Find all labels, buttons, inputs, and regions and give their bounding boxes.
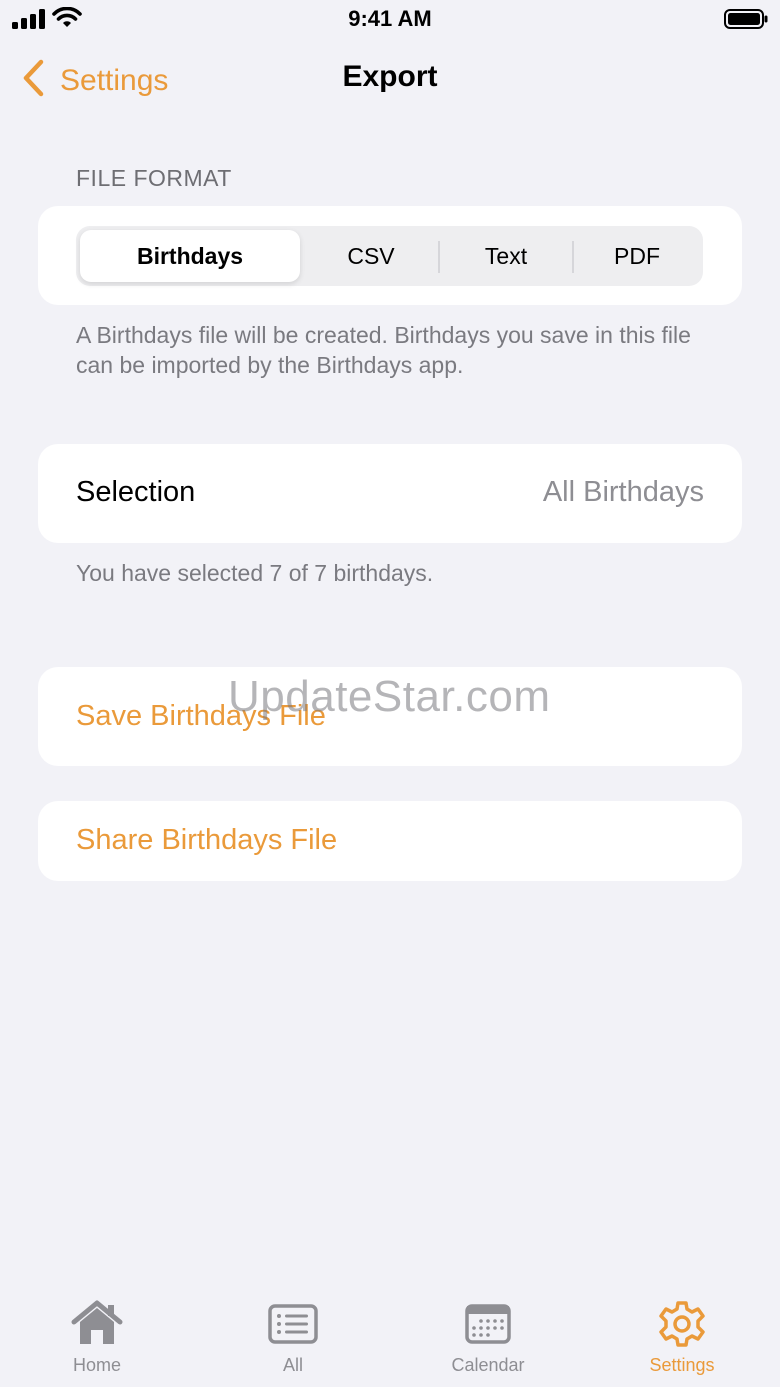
tab-label-home: Home xyxy=(72,1355,121,1375)
tab-settings[interactable]: Settings xyxy=(607,1300,757,1376)
section-header-file-format: FILE FORMAT xyxy=(76,165,232,191)
tab-all[interactable]: All xyxy=(218,1300,368,1376)
tab-label-calendar: Calendar xyxy=(451,1355,525,1375)
selection-footer: You have selected 7 of 7 birthdays. xyxy=(76,560,434,586)
segment-pdf[interactable]: PDF xyxy=(574,226,700,286)
tab-label-settings: Settings xyxy=(649,1355,715,1375)
battery-icon xyxy=(724,9,768,34)
page-title: Export xyxy=(342,60,438,93)
file-format-description: A Birthdays file will be created. Birthd… xyxy=(76,322,691,378)
file-format-segmented-control: Birthdays CSV Text PDF xyxy=(76,226,703,286)
calendar-icon xyxy=(413,1300,563,1353)
selection-value: All Birthdays xyxy=(542,476,704,508)
tab-home[interactable]: Home xyxy=(22,1300,172,1376)
house-icon xyxy=(22,1300,172,1353)
watermark: UpdateStar.com xyxy=(228,672,551,721)
tab-label-all: All xyxy=(282,1355,303,1375)
gear-icon xyxy=(607,1300,757,1353)
segment-text[interactable]: Text xyxy=(440,226,572,286)
tab-calendar[interactable]: Calendar xyxy=(413,1300,563,1376)
selection-label: Selection xyxy=(76,476,196,508)
segment-birthdays[interactable]: Birthdays xyxy=(80,230,300,282)
segment-csv[interactable]: CSV xyxy=(304,226,438,286)
status-time: 9:41 AM xyxy=(348,6,432,31)
share-birthdays-file-button[interactable]: Share Birthdays File xyxy=(76,824,337,857)
list-icon xyxy=(218,1300,368,1353)
